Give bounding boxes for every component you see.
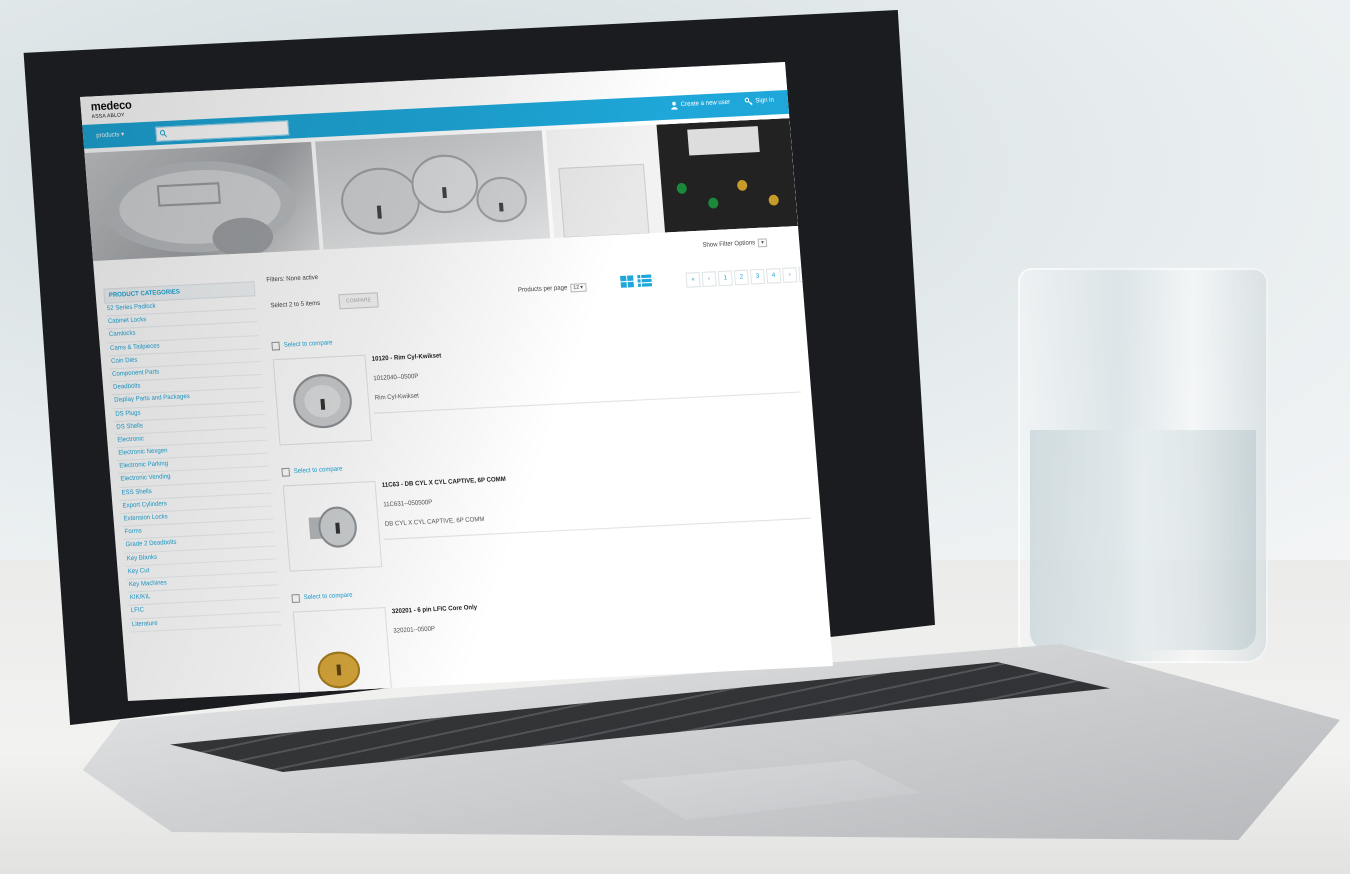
product-title[interactable]: 320201 - 6 pin LFIC Core Only [392, 605, 478, 616]
x4-cylinders-image [341, 154, 527, 235]
product-sku: 1012040--0500P [373, 373, 419, 383]
pagination: « ‹ 1 2 3 4 › » [685, 266, 814, 288]
page-2-button[interactable]: 2 [733, 269, 750, 286]
page-prev-button[interactable]: ‹ [701, 271, 717, 287]
compare-label: Select to compare [293, 466, 343, 476]
list-view-icon[interactable] [637, 274, 653, 288]
sign-in-link[interactable]: Sign in [744, 96, 774, 106]
deadbolt-image [308, 506, 357, 548]
compare-checkbox[interactable] [271, 341, 281, 351]
product-image[interactable] [292, 607, 393, 698]
water-in-glass [1030, 430, 1256, 650]
select-hint: Select 2 to 5 items [270, 300, 321, 310]
results-toolbar: Filters: None active Select 2 to 5 items… [266, 251, 814, 324]
key-icon [744, 97, 753, 106]
lfic-core-image [317, 651, 361, 689]
brand-logo[interactable]: medeco ASSA ABLOY [90, 98, 133, 121]
product-description: DB CYL X CYL CAPTIVE, 6P COMM [384, 516, 485, 528]
product-image[interactable] [282, 480, 383, 572]
search-icon [159, 129, 168, 138]
laptop-screen: medeco ASSA ABLOY Create a new user Sign… [80, 62, 833, 702]
per-page-label: Products per page [517, 285, 568, 294]
page-3-button[interactable]: 3 [749, 268, 766, 285]
page-first-button[interactable]: « [685, 271, 701, 288]
product-image[interactable] [272, 354, 373, 446]
per-page-select[interactable]: 12 ▾ [570, 283, 587, 293]
sign-in-label: Sign in [755, 97, 775, 105]
category-sidebar: PRODUCT CATEGORIES 52 Series Padlock Cab… [103, 281, 282, 633]
hero-slide-key-cabinet[interactable] [545, 118, 798, 239]
create-user-label: Create a new user [680, 99, 731, 109]
cylinder-lock-image [104, 161, 296, 257]
page-next-button[interactable]: › [782, 267, 798, 283]
view-toggle [619, 274, 653, 289]
user-icon [670, 101, 678, 110]
product-sku: 320201--0500P [393, 626, 436, 635]
hero-slide-x4[interactable] [315, 130, 551, 250]
divider [374, 391, 802, 414]
show-filter-options[interactable]: Show Filter Options ▾ [702, 238, 768, 250]
per-page-control: Products per page 12 ▾ [518, 283, 587, 295]
brand-sub: ASSA ABLOY [91, 112, 126, 121]
filter-options-toggle[interactable]: ▾ [757, 238, 768, 248]
product-title[interactable]: 10120 - Rim Cyl-Kwikset [372, 353, 442, 363]
page-1-button[interactable]: 1 [717, 270, 733, 287]
create-user-link[interactable]: Create a new user [669, 98, 730, 110]
products-menu-button[interactable]: products ▾ [89, 128, 132, 144]
brand-name: medeco [90, 98, 133, 114]
compare-label: Select to compare [283, 340, 333, 349]
compare-checkbox[interactable] [281, 467, 291, 477]
compare-checkbox-row[interactable]: Select to compare [281, 465, 343, 477]
compare-checkbox[interactable] [291, 593, 301, 603]
compare-checkbox-row[interactable]: Select to compare [291, 591, 353, 603]
product-title[interactable]: 11C63 - DB CYL X CYL CAPTIVE, 6P COMM [382, 477, 506, 490]
product-sku: 11C631--050500P [383, 499, 433, 509]
hero-slide-cylinder[interactable] [84, 141, 320, 261]
active-filters: Filters: None active [266, 274, 319, 284]
product-description: Rim Cyl-Kwikset [374, 393, 420, 402]
key-cabinet-image [558, 118, 798, 239]
compare-label: Select to compare [303, 592, 353, 602]
grid-view-icon[interactable] [619, 275, 635, 289]
compare-checkbox-row[interactable]: Select to compare [271, 339, 333, 351]
page-4-button[interactable]: 4 [766, 267, 782, 284]
filter-options-label: Show Filter Options [702, 239, 756, 250]
user-links: Create a new user Sign in [669, 96, 774, 110]
rim-cylinder-image [293, 374, 352, 429]
compare-button[interactable]: COMPARE [338, 292, 379, 310]
